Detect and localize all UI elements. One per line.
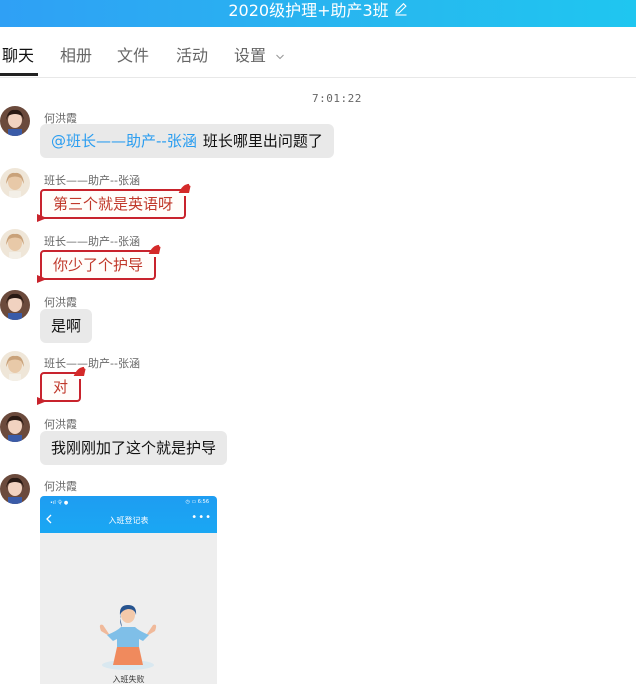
tab-settings[interactable]: 设置 [234, 46, 285, 66]
message-text: 班长哪里出问题了 [202, 132, 323, 150]
avatar-photo-icon [0, 229, 30, 259]
avatar-photo-icon [0, 351, 30, 381]
avatar-woman-icon [0, 106, 30, 136]
mention-link[interactable]: @班长——助产--张涵 [51, 132, 197, 150]
message-bubble[interactable]: 你少了个护导 [37, 243, 164, 283]
avatar[interactable] [0, 229, 30, 259]
failure-illustration-icon [99, 605, 157, 670]
chat-title-bar: 2020级护理+助产3班 [0, 0, 636, 27]
avatar-woman-icon [0, 412, 30, 442]
message-timestamp: 7:01:22 [312, 92, 362, 105]
message-text: 是啊 [51, 317, 82, 335]
status-signal: •ıl 令 ● [50, 500, 69, 506]
tab-album[interactable]: 相册 [60, 46, 92, 66]
tab-files[interactable]: 文件 [117, 46, 149, 66]
santa-hat-icon [177, 182, 194, 196]
status-time: ◷ ▭ 6:56 [185, 499, 210, 505]
avatar[interactable] [0, 290, 30, 320]
message-bubble[interactable]: 对 [37, 365, 89, 405]
avatar[interactable] [0, 168, 30, 198]
sender-name: 班长——助产--张涵 [44, 357, 140, 370]
ribbon-icon [37, 397, 47, 405]
sender-name: 何洪霞 [44, 296, 77, 309]
message-text: 第三个就是英语呀 [53, 195, 174, 213]
more-icon: ••• [191, 512, 212, 523]
avatar[interactable] [0, 106, 30, 136]
tab-bar: 聊天 相册 文件 活动 设置 [0, 27, 636, 78]
message-text: 对 [53, 378, 69, 396]
ribbon-icon [37, 214, 47, 222]
tab-settings-label: 设置 [234, 46, 267, 65]
avatar[interactable] [0, 412, 30, 442]
avatar-woman-icon [0, 474, 30, 504]
message-bubble[interactable]: @班长——助产--张涵 班长哪里出问题了 [40, 124, 334, 158]
message-text: 你少了个护导 [53, 256, 144, 274]
tab-chat[interactable]: 聊天 [2, 46, 34, 66]
sender-name: 何洪霞 [44, 480, 77, 493]
sender-name: 何洪霞 [44, 418, 77, 431]
screenshot-status-bar: •ıl 令 ● ◷ ▭ 6:56 [50, 499, 210, 506]
message-bubble[interactable]: 我刚刚加了这个就是护导 [40, 431, 228, 465]
avatar[interactable] [0, 351, 30, 381]
chevron-down-icon [276, 54, 284, 59]
avatar-photo-icon [0, 168, 30, 198]
ribbon-icon [37, 275, 47, 283]
avatar[interactable] [0, 474, 30, 504]
santa-hat-icon [147, 243, 164, 257]
active-tab-indicator [0, 73, 38, 76]
group-title: 2020级护理+助产3班 [228, 1, 389, 20]
edit-icon[interactable] [394, 2, 408, 16]
sender-name: 班长——助产--张涵 [44, 174, 140, 187]
image-message[interactable]: •ıl 令 ● ◷ ▭ 6:56 入班登记表 ••• 入班失败 [40, 496, 217, 684]
message-text: 我刚刚加了这个就是护导 [51, 439, 217, 457]
santa-hat-icon [72, 365, 89, 379]
avatar-woman-icon [0, 290, 30, 320]
tab-activity[interactable]: 活动 [176, 46, 208, 66]
screenshot-caption: 入班失败 [112, 675, 145, 684]
message-bubble[interactable]: 是啊 [40, 309, 93, 343]
sender-name: 班长——助产--张涵 [44, 235, 140, 248]
message-bubble[interactable]: 第三个就是英语呀 [37, 182, 194, 222]
screenshot-header: •ıl 令 ● ◷ ▭ 6:56 入班登记表 ••• [40, 496, 217, 533]
